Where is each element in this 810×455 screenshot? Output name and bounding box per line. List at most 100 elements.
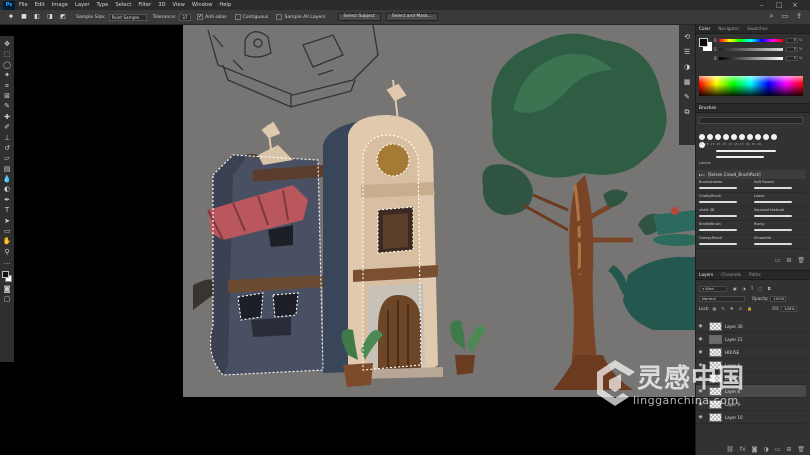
- brush-item[interactable]: chalk 38: [696, 207, 751, 220]
- brightness-slider-row[interactable]: B 0 %: [714, 55, 808, 61]
- more-tools-icon[interactable]: …: [1, 257, 13, 267]
- brush-preset[interactable]: [771, 134, 777, 140]
- magic-wand-tool-icon[interactable]: ✦: [1, 70, 13, 80]
- tab-paths[interactable]: Paths: [749, 273, 761, 278]
- delete-brush-icon[interactable]: 🗑: [797, 257, 805, 267]
- menu-3d[interactable]: 3D: [158, 2, 165, 8]
- new-brush-icon[interactable]: ⊞: [786, 257, 791, 267]
- color-spectrum[interactable]: [699, 76, 803, 96]
- menu-image[interactable]: Image: [52, 2, 68, 8]
- menu-edit[interactable]: Edit: [35, 2, 45, 8]
- slider-bar-s[interactable]: [719, 47, 783, 51]
- path-selection-tool-icon[interactable]: ➤: [1, 216, 13, 226]
- contiguous-checkbox[interactable]: [234, 14, 241, 20]
- eye-icon[interactable]: ◉: [696, 324, 705, 329]
- eye-icon[interactable]: ◉: [696, 337, 705, 342]
- styles-panel-icon[interactable]: ▦: [682, 78, 692, 87]
- eye-icon[interactable]: ◉: [696, 350, 705, 355]
- delete-layer-icon[interactable]: 🗑: [797, 446, 805, 455]
- brush-item[interactable]: GreasyPencil: [696, 235, 751, 248]
- brush-preset[interactable]: [739, 134, 745, 140]
- brush-preset[interactable]: [763, 134, 769, 140]
- close-icon[interactable]: ×: [792, 1, 798, 9]
- new-selection-icon[interactable]: ■: [19, 12, 29, 22]
- link-layers-icon[interactable]: ⛓: [726, 446, 734, 455]
- sample-size-select[interactable]: Point Sample: [108, 13, 147, 21]
- brush-preset[interactable]: [747, 134, 753, 140]
- layer-style-icon[interactable]: fx: [740, 446, 746, 455]
- adjustments-panel-icon[interactable]: ◑: [682, 63, 692, 72]
- menu-filter[interactable]: Filter: [138, 2, 151, 8]
- brush-item[interactable]: BristleBrush: [696, 221, 751, 234]
- history-panel-icon[interactable]: ⟲: [682, 33, 692, 42]
- eyedropper-tool-icon[interactable]: ✎: [1, 101, 13, 111]
- brush-preset[interactable]: [731, 134, 737, 140]
- tab-layers[interactable]: Layers: [699, 273, 713, 278]
- pen-tool-icon[interactable]: ✒: [1, 195, 13, 205]
- slider-value-s[interactable]: 0: [786, 46, 798, 52]
- hand-tool-icon[interactable]: ✋: [1, 236, 13, 246]
- blur-tool-icon[interactable]: 💧: [1, 174, 13, 184]
- marquee-tool-icon[interactable]: ⬚: [1, 49, 13, 59]
- layer-kind-filter[interactable]: ⌕ Kind: [699, 285, 727, 292]
- share-icon[interactable]: ⇪: [796, 12, 802, 21]
- brush-item[interactable]: Soft Round: [751, 179, 806, 192]
- slider-value-b[interactable]: 0: [786, 55, 798, 61]
- layer-mask-icon[interactable]: ◙: [752, 446, 758, 455]
- dodge-tool-icon[interactable]: ◐: [1, 184, 13, 194]
- brush-preset[interactable]: [715, 134, 721, 140]
- brush-preset[interactable]: [723, 134, 729, 140]
- menu-select[interactable]: Select: [115, 2, 131, 8]
- healing-tool-icon[interactable]: ✚: [1, 112, 13, 122]
- brush-item[interactable]: Smoothie: [751, 235, 806, 248]
- menu-window[interactable]: Window: [192, 2, 212, 8]
- layer-row[interactable]: ◉ Layer 30: [696, 320, 806, 333]
- new-group-icon[interactable]: ▭: [775, 446, 781, 455]
- menu-type[interactable]: Type: [96, 2, 108, 8]
- brush-preset[interactable]: [699, 134, 705, 140]
- adjustment-layer-icon[interactable]: ◑: [763, 446, 768, 455]
- sample-all-layers-checkbox[interactable]: [276, 14, 283, 20]
- frame-tool-icon[interactable]: ⊠: [1, 91, 13, 101]
- lasso-tool-icon[interactable]: ◯: [1, 60, 13, 70]
- move-tool-icon[interactable]: ✥: [1, 39, 13, 49]
- fill-input[interactable]: 100%: [781, 305, 798, 312]
- brush-preset[interactable]: [755, 134, 761, 140]
- minimize-icon[interactable]: –: [760, 1, 764, 9]
- menu-layer[interactable]: Layer: [75, 2, 89, 8]
- brush-item[interactable]: Squared textural: [751, 207, 806, 220]
- brush-tool-icon[interactable]: ✐: [1, 122, 13, 132]
- history-brush-tool-icon[interactable]: ↺: [1, 143, 13, 153]
- workspace-icon[interactable]: ▭: [782, 12, 789, 21]
- menu-view[interactable]: View: [173, 2, 185, 8]
- foreground-color-swatch[interactable]: [2, 270, 9, 278]
- subtract-selection-icon[interactable]: ◨: [45, 12, 55, 22]
- brush-stroke-preview[interactable]: [716, 150, 776, 152]
- blend-mode-select[interactable]: Normal: [699, 295, 745, 302]
- saturation-slider-row[interactable]: S 0 %: [714, 46, 808, 52]
- filter-type-icons[interactable]: ▣ ◑ T ▢ ◘: [733, 286, 773, 291]
- eraser-tool-icon[interactable]: ▱: [1, 153, 13, 163]
- tab-brushes[interactable]: Brushes: [699, 106, 716, 111]
- lock-icons[interactable]: ▦ ✎ ✥ ⊡ 🔒: [712, 306, 754, 311]
- select-and-mask-button[interactable]: Select and Mask...: [385, 13, 438, 21]
- crop-tool-icon[interactable]: ⌗: [1, 81, 13, 91]
- add-selection-icon[interactable]: ◧: [32, 12, 42, 22]
- brush-search-input[interactable]: [699, 117, 803, 124]
- document-canvas[interactable]: [183, 25, 695, 397]
- color-swatches[interactable]: [1, 270, 13, 284]
- slider-bar-r[interactable]: [719, 38, 783, 42]
- tab-navigator[interactable]: Navigator: [718, 27, 739, 32]
- slider-bar-b[interactable]: [719, 56, 783, 60]
- quick-mask-icon[interactable]: ◙: [1, 284, 13, 294]
- clone-source-icon[interactable]: ⧉: [682, 108, 692, 117]
- zoom-tool-icon[interactable]: ⚲: [1, 247, 13, 257]
- search-icon[interactable]: ⌕: [770, 12, 774, 21]
- tab-channels[interactable]: Channels: [721, 273, 741, 278]
- clone-stamp-tool-icon[interactable]: ⊥: [1, 133, 13, 143]
- menu-file[interactable]: File: [19, 2, 28, 8]
- gradient-tool-icon[interactable]: ▤: [1, 164, 13, 174]
- intersect-selection-icon[interactable]: ◩: [58, 12, 68, 22]
- brush-preset[interactable]: [707, 134, 713, 140]
- screen-mode-icon[interactable]: ▢: [1, 294, 13, 304]
